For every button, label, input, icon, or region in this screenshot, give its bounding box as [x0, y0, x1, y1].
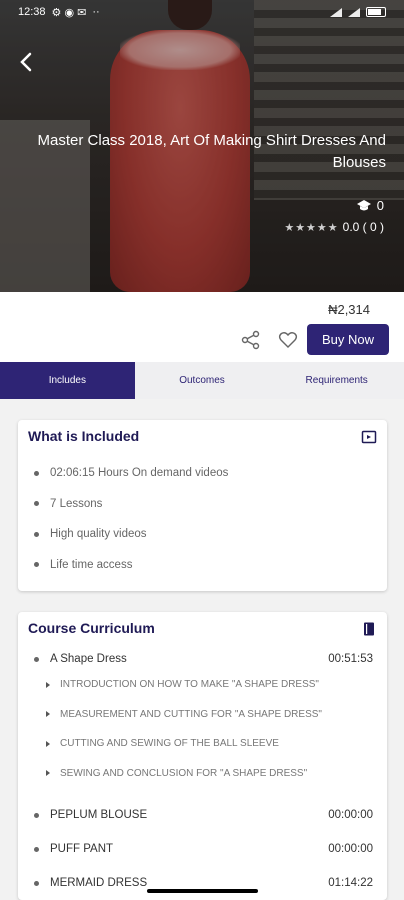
notification-icons: ⚙ ◉ ✉ [51, 6, 87, 19]
buy-now-button[interactable]: Buy Now [307, 324, 389, 355]
included-title: What is Included [28, 428, 140, 444]
section-row[interactable]: PUFF PANT 00:00:00 [34, 832, 373, 866]
students-count: 0 [356, 198, 384, 213]
course-title: Master Class 2018, Art Of Making Shirt D… [37, 132, 386, 171]
detail-tabs: Includes Outcomes Requirements [0, 362, 404, 399]
list-item: 02:06:15 Hours On demand videos [34, 458, 228, 489]
lesson-item[interactable]: INTRODUCTION ON HOW TO MAKE "A SHAPE DRE… [34, 670, 373, 700]
list-item: High quality videos [34, 519, 228, 550]
battery-icon [366, 7, 386, 17]
tab-requirements[interactable]: Requirements [269, 362, 404, 399]
heart-icon[interactable] [278, 330, 298, 350]
book-icon [361, 621, 377, 637]
status-time: 12:38 [18, 6, 46, 18]
video-icon [361, 429, 377, 445]
signal-icon-2 [348, 7, 360, 17]
list-item: 7 Lessons [34, 489, 228, 520]
section-duration: 01:14:22 [328, 877, 373, 889]
section-row[interactable]: MERMAID DRESS 01:14:22 [34, 866, 373, 900]
lesson-item[interactable]: SEWING AND CONCLUSION FOR "A SHAPE DRESS… [34, 759, 373, 789]
rating-stars: ★★★★★ [284, 221, 339, 234]
signal-icon [330, 7, 342, 17]
students-value: 0 [376, 198, 384, 213]
status-bar: 12:38 ⚙ ◉ ✉ ·· [0, 0, 404, 24]
status-more-dots: ·· [92, 6, 100, 18]
section-row[interactable]: PEPLUM BLOUSE 00:00:00 [34, 798, 373, 832]
lesson-item[interactable]: CUTTING AND SEWING OF THE BALL SLEEVE [34, 729, 373, 759]
section-duration: 00:00:00 [328, 809, 373, 821]
section-duration: 00:51:53 [328, 653, 373, 665]
graduation-cap-icon [356, 199, 371, 210]
list-item: Life time access [34, 550, 228, 581]
tab-includes[interactable]: Includes [0, 362, 135, 399]
curriculum-title: Course Curriculum [28, 620, 155, 636]
section-duration: 00:00:00 [328, 843, 373, 855]
lesson-item[interactable]: MEASUREMENT AND CUTTING FOR "A SHAPE DRE… [34, 700, 373, 730]
section-name: PEPLUM BLOUSE [50, 809, 148, 821]
gesture-nav-bar[interactable] [147, 889, 258, 893]
course-price: ₦2,314 [328, 302, 370, 317]
back-arrow-icon[interactable] [14, 48, 42, 76]
tab-outcomes[interactable]: Outcomes [135, 362, 270, 399]
section-name: MERMAID DRESS [50, 877, 148, 889]
section-name: A Shape Dress [50, 653, 127, 665]
included-card: What is Included 02:06:15 Hours On deman… [18, 420, 387, 591]
share-icon[interactable] [241, 330, 261, 350]
rating-value: 0.0 ( 0 ) [342, 220, 384, 234]
section-name: PUFF PANT [50, 843, 114, 855]
course-rating: ★★★★★ 0.0 ( 0 ) [284, 220, 384, 234]
curriculum-card: Course Curriculum A Shape Dress 00:51:53… [18, 612, 387, 900]
section-row[interactable]: A Shape Dress 00:51:53 [34, 648, 373, 670]
